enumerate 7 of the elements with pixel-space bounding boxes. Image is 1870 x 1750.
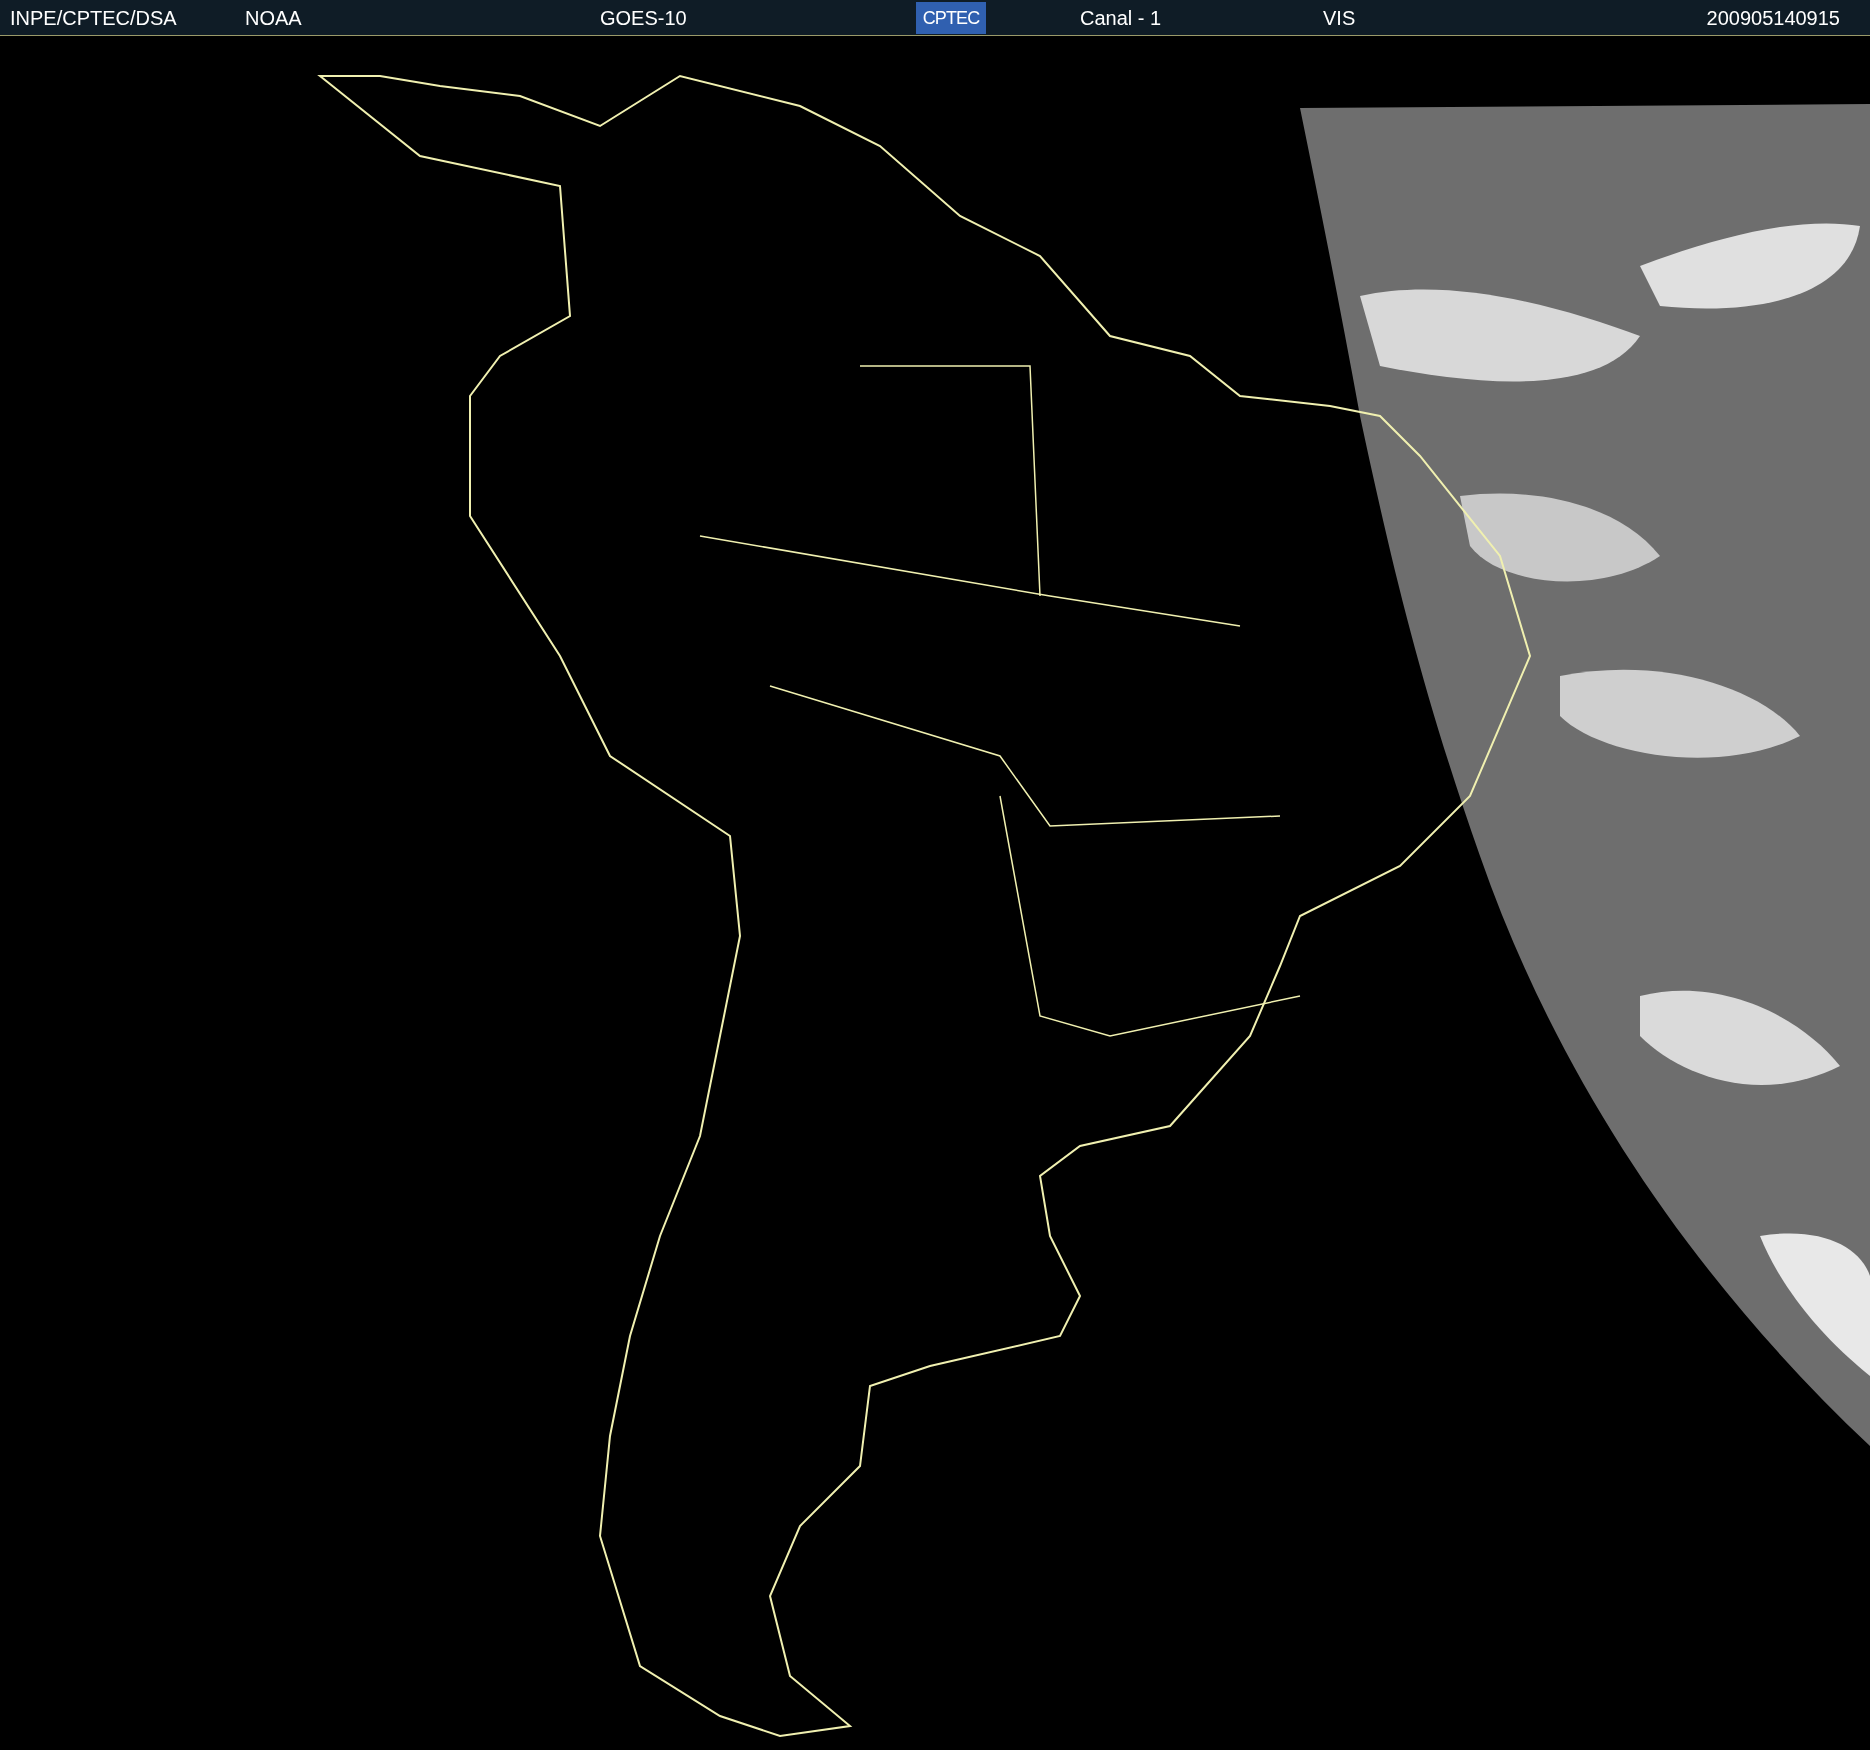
- source-label: INPE/CPTEC/DSA: [10, 7, 178, 28]
- channel-label: Canal - 1: [1080, 7, 1163, 28]
- band-label: VIS: [1323, 7, 1356, 28]
- timestamp-label: 200905140915: [1706, 7, 1840, 28]
- logo: CPTEC: [916, 1, 986, 34]
- agency-label: NOAA: [245, 7, 303, 28]
- satellite-label: GOES-10: [600, 7, 688, 28]
